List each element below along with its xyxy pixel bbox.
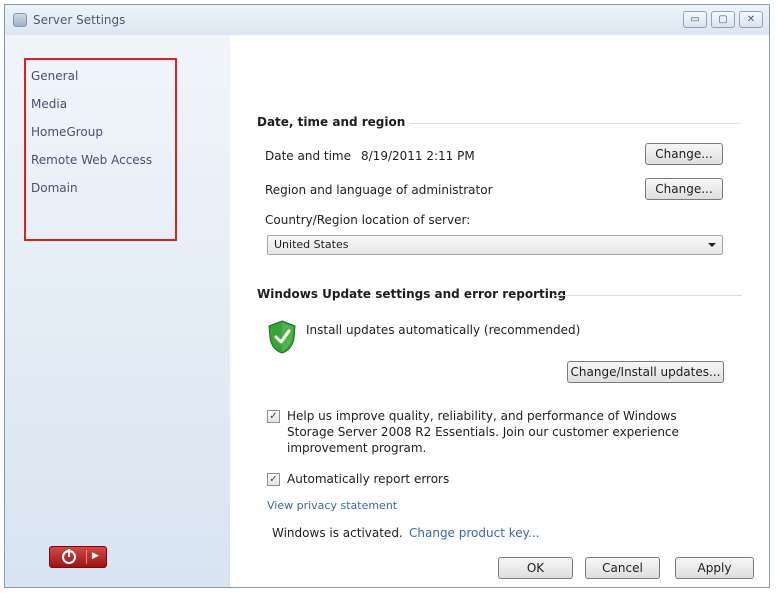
window-title: Server Settings <box>33 13 126 27</box>
change-datetime-button[interactable]: Change... <box>645 143 723 165</box>
settings-content: Date, time and region Date and time 8/19… <box>230 35 769 587</box>
activation-status-text: Windows is activated. <box>272 526 403 540</box>
chevron-right-icon[interactable]: ▶ <box>92 551 99 561</box>
power-icon <box>62 549 76 564</box>
server-app-icon <box>13 13 27 27</box>
sidebar: General Media HomeGroup Remote Web Acces… <box>5 35 230 587</box>
improve-program-checkbox[interactable]: ✓ <box>267 410 280 423</box>
window-controls: ▭ ▢ ✕ <box>683 11 763 28</box>
update-section-divider <box>552 295 742 296</box>
privacy-statement-link[interactable]: View privacy statement <box>267 499 397 512</box>
minimize-button[interactable]: ▭ <box>683 11 707 28</box>
sidebar-item-general[interactable]: General <box>22 64 222 97</box>
sidebar-item-homegroup[interactable]: HomeGroup <box>31 125 152 153</box>
sidebar-item-media[interactable]: Media <box>31 97 152 125</box>
country-select[interactable]: United States <box>267 235 723 255</box>
report-errors-text: Automatically report errors <box>287 472 450 486</box>
ok-button[interactable]: OK <box>498 557 573 579</box>
maximize-button[interactable]: ▢ <box>711 11 735 28</box>
server-settings-window: Server Settings ▭ ▢ ✕ General Media Home… <box>4 4 770 588</box>
close-button[interactable]: ✕ <box>739 11 763 28</box>
sidebar-nav: General Media HomeGroup Remote Web Acces… <box>22 64 222 209</box>
report-errors-checkbox[interactable]: ✓ <box>267 473 280 486</box>
cancel-button[interactable]: Cancel <box>585 557 660 579</box>
improve-program-text: Help us improve quality, reliability, an… <box>287 409 679 455</box>
sidebar-item-remote-web-access[interactable]: Remote Web Access <box>31 153 152 181</box>
country-label: Country/Region location of server: <box>265 213 471 227</box>
update-status-text: Install updates automatically (recommend… <box>306 323 581 337</box>
title-bar: Server Settings ▭ ▢ ✕ <box>5 5 769 35</box>
region-language-label: Region and language of administrator <box>265 183 493 197</box>
shutdown-divider <box>86 550 87 564</box>
change-product-key-link[interactable]: Change product key... <box>409 526 539 540</box>
change-region-button[interactable]: Change... <box>645 178 723 200</box>
country-select-value: United States <box>274 238 349 251</box>
chevron-down-icon <box>708 243 716 247</box>
date-section-title: Date, time and region <box>257 115 406 129</box>
datetime-value: 8/19/2011 2:11 PM <box>361 149 475 163</box>
date-section-divider <box>410 123 740 124</box>
datetime-label: Date and time <box>265 149 351 163</box>
update-section-title: Windows Update settings and error report… <box>257 287 567 301</box>
apply-button[interactable]: Apply <box>675 557 754 579</box>
shutdown-button[interactable]: ▶ <box>49 546 107 568</box>
green-shield-check-icon <box>268 320 296 354</box>
change-install-updates-button[interactable]: Change/Install updates... <box>567 361 724 383</box>
sidebar-item-domain[interactable]: Domain <box>31 181 152 209</box>
